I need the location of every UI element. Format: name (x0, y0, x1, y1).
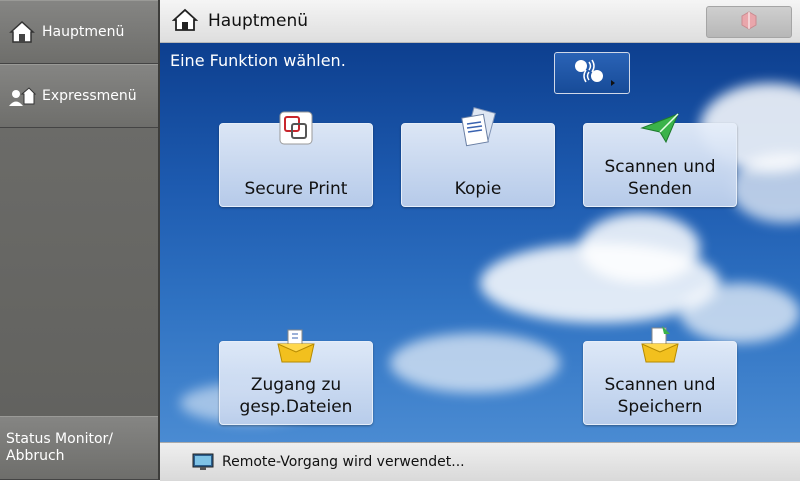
stored-files-folder-icon (274, 324, 318, 368)
cloud (680, 283, 800, 343)
home-menu-button[interactable]: Hauptmenü (0, 0, 158, 64)
monitor-icon (192, 453, 214, 471)
access-stored-files-button[interactable]: Zugang zu gesp.Dateien (219, 329, 373, 425)
express-user-icon (8, 82, 36, 110)
secure-print-button[interactable]: Secure Print (219, 111, 373, 207)
copy-icon (456, 106, 500, 150)
scan-and-send-button[interactable]: Scannen und Senden (583, 113, 737, 207)
paper-info-button[interactable] (706, 6, 792, 38)
header-bar: Hauptmenü (160, 0, 800, 43)
page-title: Hauptmenü (208, 11, 308, 31)
status-monitor-label: Status Monitor/ (6, 431, 113, 447)
tile-label: Senden (627, 179, 693, 199)
function-area: Eine Funktion wählen. Secure Print Kopie… (160, 43, 800, 442)
mobile-connection-button[interactable] (554, 52, 630, 94)
mobile-portal-icon (567, 56, 617, 90)
secure-print-icon (274, 106, 318, 150)
home-icon (171, 8, 199, 34)
status-message: Remote-Vorgang wird verwendet... (222, 454, 465, 470)
express-menu-label: Expressmenü (42, 88, 137, 104)
tile-label: Zugang zu (250, 375, 342, 395)
tile-label: gesp.Dateien (239, 397, 353, 417)
paper-plane-icon (638, 106, 682, 150)
scan-store-folder-icon (638, 324, 682, 368)
status-bar: Remote-Vorgang wird verwendet... (160, 442, 800, 481)
home-menu-label: Hauptmenü (42, 24, 125, 40)
cloud (580, 213, 700, 283)
paper-box-icon (739, 10, 759, 34)
instruction-text: Eine Funktion wählen. (170, 51, 346, 70)
tile-label: Scannen und (604, 157, 716, 177)
tile-label: Secure Print (244, 179, 348, 199)
cancel-label: Abbruch (6, 448, 65, 464)
tile-label: Kopie (454, 179, 502, 199)
sidebar: Hauptmenü Expressmenü Status Monitor/ Ab… (0, 0, 160, 480)
cloud (390, 333, 560, 393)
home-icon (8, 18, 36, 46)
copy-button[interactable]: Kopie (401, 107, 555, 207)
scan-and-store-button[interactable]: Scannen und Speichern (583, 326, 737, 425)
express-menu-button[interactable]: Expressmenü (0, 64, 158, 128)
tile-label: Scannen und (604, 375, 716, 395)
tile-label: Speichern (617, 397, 703, 417)
status-monitor-button[interactable]: Status Monitor/ Abbruch (0, 416, 158, 480)
